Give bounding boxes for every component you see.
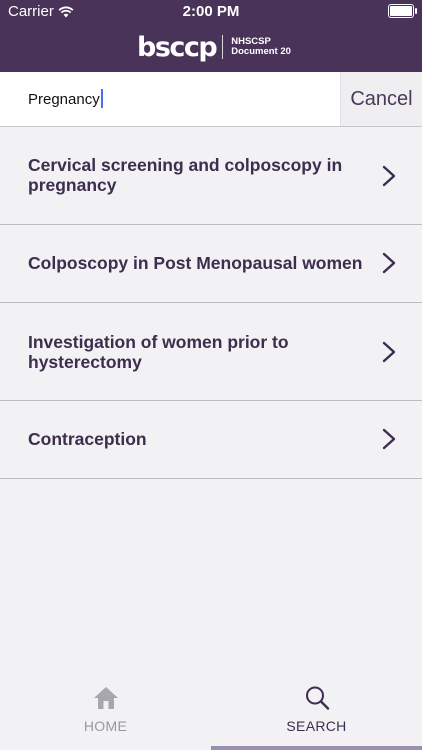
chevron-right-icon (382, 428, 396, 450)
tab-home[interactable]: HOME (0, 676, 211, 750)
tab-bar: HOME SEARCH (0, 676, 422, 750)
selected-tab-indicator (211, 746, 422, 750)
result-item[interactable]: Cervical screening and colposcopy in pre… (0, 127, 422, 225)
logo-word: bsccp (137, 31, 218, 63)
text-caret (100, 89, 103, 108)
cancel-button[interactable]: Cancel (340, 72, 422, 126)
result-item-label: Investigation of women prior to hysterec… (28, 332, 289, 372)
result-item[interactable]: Investigation of women prior to hysterec… (0, 303, 422, 401)
battery-icon (388, 4, 417, 18)
tab-search-label: SEARCH (286, 718, 347, 734)
result-item[interactable]: Colposcopy in Post Menopausal women (0, 225, 422, 303)
tab-search[interactable]: SEARCH (211, 676, 422, 750)
search-input-value: Pregnancy (28, 91, 100, 108)
result-item-label: Cervical screening and colposcopy in pre… (28, 155, 343, 195)
logo-subtitle: NHSCSP Document 20 (231, 37, 291, 57)
result-item-label: Contraception (28, 429, 147, 449)
home-icon (94, 687, 118, 709)
logo-divider (222, 35, 224, 59)
chevron-right-icon (382, 252, 396, 274)
results-list: Cervical screening and colposcopy in pre… (0, 127, 422, 479)
logo-line-2: Document 20 (231, 46, 291, 57)
chevron-right-icon (382, 165, 396, 187)
result-item-label: Colposcopy in Post Menopausal women (28, 253, 363, 273)
bsccp-logo: bsccp NHSCSP Document 20 (137, 30, 291, 64)
search-icon (306, 686, 330, 710)
result-item[interactable]: Contraception (0, 401, 422, 479)
app-header: Carrier 2:00 PM bsccp NHSCSP Document 20 (0, 0, 422, 72)
status-bar: Carrier 2:00 PM (0, 0, 422, 24)
search-input[interactable]: Pregnancy (28, 89, 103, 108)
status-time: 2:00 PM (182, 3, 240, 20)
tab-home-label: HOME (83, 718, 128, 734)
chevron-right-icon (382, 341, 396, 363)
